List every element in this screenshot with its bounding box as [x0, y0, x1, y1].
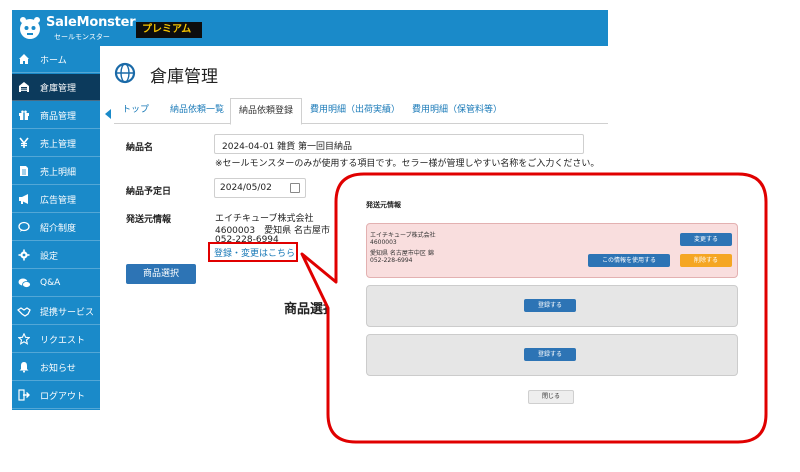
sidebar-item-label: 提携サービス: [40, 307, 95, 318]
sidebar-item-label: お知らせ: [40, 363, 76, 374]
sidebar-item-label: 紹介制度: [40, 223, 77, 234]
sidebar-item-label: 売上管理: [40, 139, 77, 150]
use-sender-button[interactable]: この情報を使用する: [588, 254, 670, 267]
product-select-button[interactable]: 商品選択: [126, 264, 196, 284]
tab-delivery-list[interactable]: 納品依頼一覧: [162, 98, 232, 124]
gift-icon: [12, 102, 36, 129]
sidebar-item-sales[interactable]: 売上管理: [12, 130, 100, 157]
card-company: エイチキューブ株式会社: [370, 232, 436, 239]
sidebar-item-sales-detail[interactable]: 売上明細: [12, 158, 100, 185]
register-button-2[interactable]: 登録する: [524, 348, 576, 361]
sidebar-item-referral[interactable]: 紹介制度: [12, 214, 100, 241]
sidebar-item-label: Q&A: [40, 278, 61, 288]
chat-icon: [12, 214, 36, 241]
sidebar-item-warehouse[interactable]: 倉庫管理: [12, 74, 100, 101]
sidebar-item-settings[interactable]: 設定: [12, 242, 100, 269]
close-modal-button[interactable]: 閉じる: [528, 390, 574, 404]
gear-icon: [12, 242, 36, 269]
sidebar-item-request[interactable]: リクエスト: [12, 326, 100, 353]
delivery-name-value: 2024-04-01 雑貨 第一回目納品: [222, 142, 353, 152]
sidebar-item-label: リクエスト: [40, 335, 86, 346]
sidebar-item-label: 商品管理: [40, 111, 77, 122]
sidebar-item-news[interactable]: お知らせ: [12, 354, 100, 381]
page-title: 倉庫管理: [150, 67, 218, 87]
star-icon: [12, 326, 36, 353]
delivery-date-label: 納品予定日: [126, 187, 172, 197]
tab-top[interactable]: トップ: [114, 98, 157, 124]
monster-logo-icon: [20, 17, 40, 39]
app-root: SaleMonster セールモンスター プレミアム ホーム 倉庫管理 商品管理: [0, 0, 800, 472]
delete-sender-button[interactable]: 削除する: [680, 254, 732, 267]
tab-cost-shipping[interactable]: 費用明細（出荷実績）: [302, 98, 408, 124]
register-button-1[interactable]: 登録する: [524, 299, 576, 312]
document-icon: [12, 158, 36, 185]
premium-badge: プレミアム: [136, 22, 202, 38]
delivery-date-value: 2024/05/02: [220, 183, 272, 193]
comments-icon: [12, 270, 36, 297]
delivery-name-note: ※セールモンスターのみが使用する項目です。セラー様が管理しやすい名称をご入力くだ…: [215, 159, 600, 169]
card-postal: 4600003: [370, 239, 397, 246]
sidebar-item-products[interactable]: 商品管理: [12, 102, 100, 129]
edit-sender-button[interactable]: 変更する: [680, 233, 732, 246]
brand-subtitle: セールモンスター: [54, 33, 110, 41]
delivery-name-label: 納品名: [126, 143, 154, 153]
sidebar-item-label: 広告管理: [40, 195, 77, 206]
calendar-icon[interactable]: [290, 183, 300, 193]
tab-cost-storage[interactable]: 費用明細（保管料等）: [404, 98, 510, 124]
handshake-icon: [12, 298, 36, 325]
sidebar-item-partners[interactable]: 提携サービス: [12, 298, 100, 325]
collapse-sidebar-icon[interactable]: [104, 108, 112, 120]
logout-icon: [12, 382, 36, 409]
sidebar-item-logout[interactable]: ログアウト: [12, 382, 100, 409]
sidebar-item-label: 設定: [40, 251, 59, 262]
brand-name: SaleMonster: [46, 15, 136, 30]
sidebar-item-label: 売上明細: [40, 167, 77, 178]
megaphone-icon: [12, 186, 36, 213]
home-icon: [12, 46, 36, 73]
sender-edit-link[interactable]: 登録・変更はこちら: [214, 246, 295, 259]
sidebar: ホーム 倉庫管理 商品管理 売上管理 売上明細 広告管理 紹介制度 設定 Q&A…: [12, 46, 100, 410]
sidebar-item-ads[interactable]: 広告管理: [12, 186, 100, 213]
tab-bar: トップ 納品依頼一覧 納品依頼登録 費用明細（出荷実績） 費用明細（保管料等）: [114, 98, 608, 125]
card-phone: 052-228-6994: [370, 257, 413, 264]
sender-label: 発送元情報: [126, 215, 172, 225]
bell-icon: [12, 354, 36, 381]
warehouse-icon: [12, 74, 36, 101]
globe-icon: [114, 62, 136, 84]
modal-title: 発送元情報: [366, 201, 401, 209]
brand[interactable]: SaleMonster セールモンスター: [18, 13, 136, 43]
sidebar-item-label: 倉庫管理: [40, 83, 77, 94]
sidebar-item-home[interactable]: ホーム: [12, 46, 100, 73]
sidebar-item-label: ログアウト: [40, 391, 86, 402]
sidebar-item-label: ホーム: [40, 55, 67, 66]
sidebar-item-qa[interactable]: Q&A: [12, 270, 100, 297]
card-address: 愛知県 名古屋市中区 錦: [370, 250, 434, 257]
tab-delivery-register[interactable]: 納品依頼登録: [230, 98, 303, 125]
yen-icon: [12, 130, 36, 157]
product-select-heading: 商品選択: [284, 302, 337, 317]
top-bar: SaleMonster セールモンスター プレミアム: [12, 10, 608, 46]
